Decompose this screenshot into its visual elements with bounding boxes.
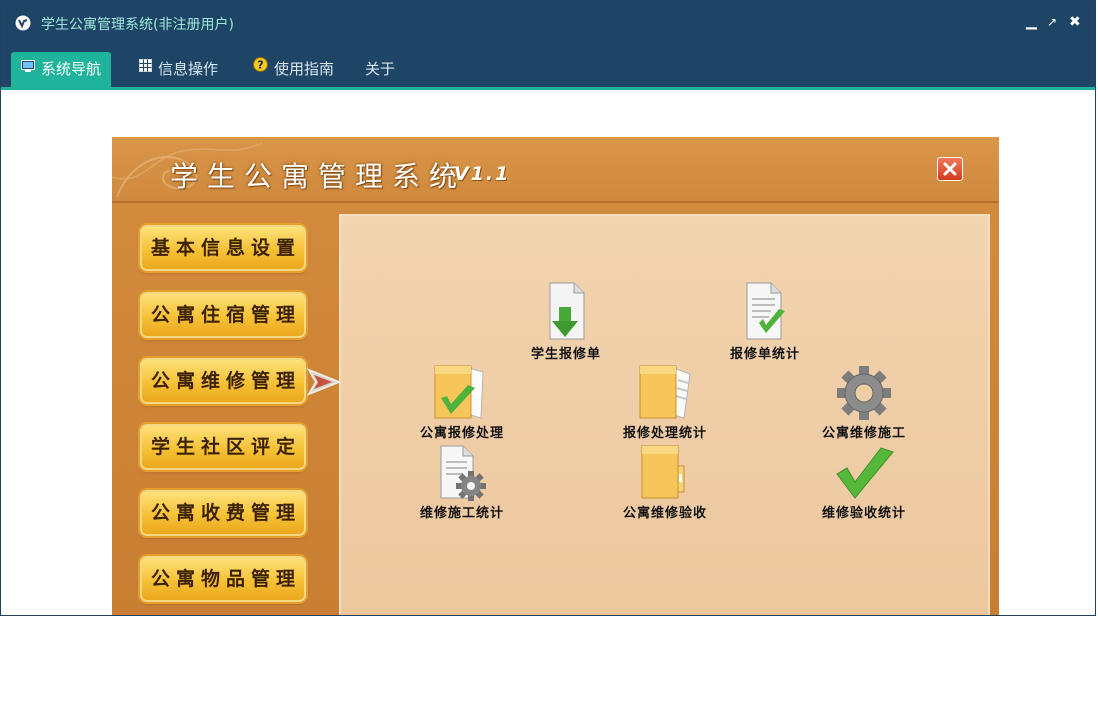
maximize-icon[interactable]: ↗ bbox=[1047, 14, 1057, 30]
function-student-repair-order[interactable]: 学生报修单 bbox=[496, 281, 636, 362]
title-bar[interactable]: 学生公寓管理系统(非注册用户) ▁ ↗ ✖ bbox=[1, 1, 1095, 46]
menu-item-guide[interactable]: ? 使用指南 bbox=[243, 52, 344, 87]
nav-button-label: 公寓收费管理 bbox=[150, 502, 301, 524]
function-apartment-maintenance-work[interactable]: 公寓维修施工 bbox=[794, 364, 934, 441]
window-title: 学生公寓管理系统(非注册用户) bbox=[41, 17, 234, 33]
document-check-icon bbox=[746, 282, 785, 340]
app-logo-icon bbox=[15, 15, 31, 31]
folder-icon bbox=[641, 445, 685, 499]
function-label: 报修处理统计 bbox=[622, 426, 707, 441]
nav-button-label: 公寓维修管理 bbox=[150, 370, 301, 392]
minimize-icon[interactable]: ▁ bbox=[1026, 14, 1037, 30]
function-label: 报修单统计 bbox=[729, 347, 800, 362]
selected-arrow-icon bbox=[306, 368, 342, 396]
app-title: 学生公寓管理系统 bbox=[170, 160, 467, 193]
folder-check-icon bbox=[434, 365, 484, 419]
function-maintenance-acceptance-stats[interactable]: 维修验收统计 bbox=[794, 444, 934, 521]
nav-button-label: 公寓住宿管理 bbox=[150, 304, 301, 326]
function-repair-order-stats[interactable]: 报修单统计 bbox=[695, 281, 835, 362]
close-icon bbox=[943, 162, 957, 176]
menu-item-label: 使用指南 bbox=[274, 60, 335, 78]
function-apartment-repair-handling[interactable]: 公寓报修处理 bbox=[392, 364, 532, 441]
function-label: 公寓报修处理 bbox=[419, 426, 504, 441]
nav-button-label: 学生社区评定 bbox=[150, 436, 301, 458]
function-apartment-maintenance-acceptance[interactable]: 公寓维修验收 bbox=[595, 444, 735, 521]
function-label: 公寓维修施工 bbox=[821, 426, 906, 441]
menu-item-label: 信息操作 bbox=[158, 60, 219, 78]
nav-button-label: 公寓物品管理 bbox=[150, 568, 301, 590]
function-label: 学生报修单 bbox=[530, 347, 601, 362]
function-panel: 学生报修单 报修单统计 公寓报修处理 报修处理统计 公寓维修施工 维修施工统计 … bbox=[339, 214, 990, 615]
app-header: 学生公寓管理系统 V1.1 bbox=[112, 137, 999, 203]
svg-text:?: ? bbox=[257, 59, 263, 72]
folder-document-icon bbox=[639, 365, 691, 419]
nav-button-label: 基本信息设置 bbox=[150, 237, 301, 259]
nav-button-basic-info[interactable]: 基本信息设置 bbox=[140, 225, 306, 271]
nav-button-fees[interactable]: 公寓收费管理 bbox=[140, 490, 306, 536]
function-label: 维修施工统计 bbox=[419, 506, 504, 521]
menu-divider bbox=[1, 87, 1095, 90]
check-icon bbox=[836, 447, 894, 499]
function-label: 维修验收统计 bbox=[821, 506, 906, 521]
grid-icon bbox=[139, 50, 152, 85]
menu-item-label: 系统导航 bbox=[41, 60, 102, 78]
document-gear-icon bbox=[440, 445, 486, 501]
gear-icon bbox=[837, 366, 891, 420]
close-icon[interactable]: ✖ bbox=[1069, 14, 1081, 30]
menu-item-label: 关于 bbox=[365, 60, 396, 78]
menu-item-about[interactable]: 关于 bbox=[355, 52, 405, 87]
help-icon: ? bbox=[253, 50, 268, 85]
document-download-icon bbox=[549, 282, 585, 340]
nav-button-community[interactable]: 学生社区评定 bbox=[140, 424, 306, 470]
nav-button-accommodation[interactable]: 公寓住宿管理 bbox=[140, 292, 306, 338]
menu-item-info-ops[interactable]: 信息操作 bbox=[129, 52, 228, 87]
main-window: 学生公寓管理系统(非注册用户) ▁ ↗ ✖ 系统导航 信息操作 ? 使用指南 关… bbox=[0, 0, 1096, 616]
app-version: V1.1 bbox=[454, 163, 511, 185]
function-maintenance-work-stats[interactable]: 维修施工统计 bbox=[392, 444, 532, 521]
menu-bar: 系统导航 信息操作 ? 使用指南 关于 bbox=[1, 46, 1095, 87]
nav-button-maintenance[interactable]: 公寓维修管理 bbox=[140, 358, 306, 404]
close-button[interactable] bbox=[937, 157, 963, 181]
monitor-icon bbox=[21, 50, 35, 85]
menu-item-system-nav[interactable]: 系统导航 bbox=[11, 50, 112, 87]
nav-button-items[interactable]: 公寓物品管理 bbox=[140, 556, 306, 602]
function-label: 公寓维修验收 bbox=[622, 506, 707, 521]
function-repair-handling-stats[interactable]: 报修处理统计 bbox=[595, 364, 735, 441]
app-frame: 学生公寓管理系统 V1.1 基本信息设置 公寓住宿管理 公寓维修管理 学生社区评… bbox=[112, 137, 999, 615]
